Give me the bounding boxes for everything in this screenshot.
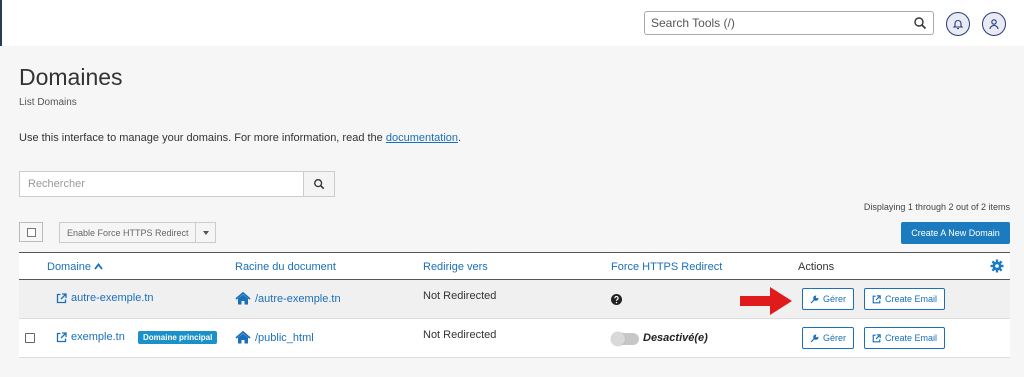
page-title: Domaines (19, 64, 123, 90)
search-tools-box[interactable] (644, 11, 934, 35)
column-header-docroot[interactable]: Racine du document (235, 261, 336, 273)
search-icon[interactable] (913, 16, 927, 30)
table-header: Domaine Racine du document Redirige vers… (19, 252, 1010, 280)
gear-icon[interactable] (990, 259, 1004, 273)
https-button-label: Enable Force HTTPS Redirect (67, 228, 189, 238)
column-header-domain-label: Domaine (47, 261, 92, 273)
table-row: autre-exemple.tn /autre-exemple.tn Not R… (19, 280, 1010, 319)
column-header-https[interactable]: Force HTTPS Redirect (611, 261, 722, 273)
redirect-status: Not Redirected (423, 290, 497, 302)
search-icon (314, 179, 325, 190)
create-email-label: Create Email (884, 333, 938, 343)
create-email-button[interactable]: Create Email (864, 288, 945, 310)
top-bar (0, 0, 1024, 46)
filter-search-button[interactable] (303, 172, 334, 196)
domain-name: autre-exemple.tn (71, 292, 154, 304)
column-header-redirect[interactable]: Redirige vers (423, 261, 488, 273)
main-domain-badge: Domaine principal (138, 331, 218, 344)
sort-ascending-icon (94, 263, 103, 270)
redirect-status: Not Redirected (423, 329, 497, 341)
domain-name: exemple.tn (71, 331, 125, 343)
manage-button[interactable]: Gérer (802, 327, 854, 349)
external-link-icon (872, 294, 881, 303)
search-tools-input[interactable] (645, 12, 905, 34)
https-redirect-toggle[interactable] (611, 332, 639, 346)
help-icon[interactable] (611, 294, 622, 305)
docroot-link[interactable]: /public_html (235, 331, 314, 344)
red-arrow-annotation (740, 287, 792, 315)
wrench-icon (810, 333, 819, 342)
external-link-icon (872, 333, 881, 342)
bell-icon (952, 20, 964, 30)
external-link-icon (56, 331, 67, 342)
page-subtitle: List Domains (19, 97, 77, 108)
domain-filter[interactable] (19, 171, 335, 197)
domain-link[interactable]: autre-exemple.tn (56, 292, 154, 304)
create-email-label: Create Email (884, 294, 938, 304)
external-link-icon (56, 292, 67, 303)
column-header-actions: Actions (798, 261, 835, 273)
manage-label: Gérer (822, 333, 846, 343)
manage-label: Gérer (822, 294, 846, 304)
select-all-checkbox[interactable] (19, 222, 43, 242)
caret-down-icon[interactable] (195, 223, 215, 242)
home-icon (235, 292, 251, 305)
home-icon (235, 331, 251, 344)
filter-input[interactable] (20, 172, 304, 196)
pagination-summary: Displaying 1 through 2 out of 2 items (863, 202, 1010, 212)
table-row: exemple.tn Domaine principal /public_htm… (19, 319, 1010, 358)
docroot-path: /autre-exemple.tn (255, 292, 341, 305)
user-icon (989, 19, 999, 30)
user-account-button[interactable] (982, 12, 1006, 36)
enable-https-redirect-button[interactable]: Enable Force HTTPS Redirect (59, 222, 216, 243)
intro-text-body: Use this interface to manage your domain… (19, 132, 386, 144)
documentation-link[interactable]: documentation (386, 132, 458, 144)
checkbox-box (27, 228, 36, 237)
create-domain-button[interactable]: Create A New Domain (901, 222, 1010, 244)
docroot-path: /public_html (255, 331, 314, 344)
column-header-domain[interactable]: Domaine (47, 261, 103, 273)
manage-button[interactable]: Gérer (802, 288, 854, 310)
intro-text: Use this interface to manage your domain… (19, 132, 461, 144)
row-checkbox[interactable] (25, 333, 35, 343)
wrench-icon (810, 294, 819, 303)
notifications-button[interactable] (946, 12, 970, 36)
create-email-button[interactable]: Create Email (864, 327, 945, 349)
domain-link[interactable]: exemple.tn (56, 331, 125, 343)
intro-text-end: . (458, 132, 462, 144)
https-status-label: Desactivé(e) (643, 332, 708, 344)
docroot-link[interactable]: /autre-exemple.tn (235, 292, 341, 305)
